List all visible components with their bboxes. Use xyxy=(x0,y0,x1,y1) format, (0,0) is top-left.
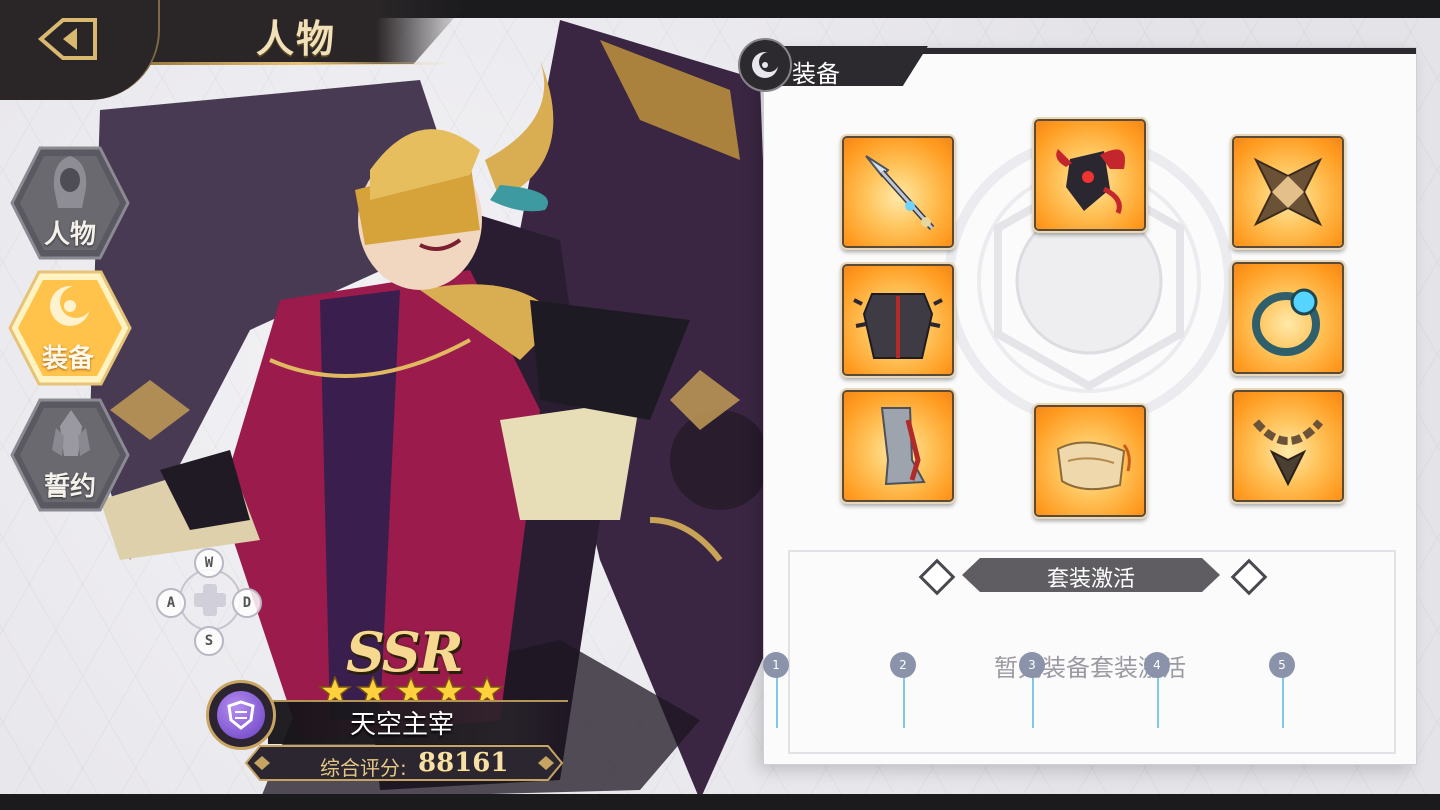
marker-3: 3 xyxy=(1019,652,1045,728)
bottom-bar xyxy=(0,794,1440,810)
key-s[interactable]: S xyxy=(194,626,224,656)
equipment-slot-helmet[interactable] xyxy=(1036,121,1144,229)
class-badge[interactable] xyxy=(206,680,276,750)
ring-icon xyxy=(1252,288,1320,356)
sidenav-label: 装备 xyxy=(41,344,94,374)
sidenav-tab-oath[interactable]: 誓约 xyxy=(10,396,130,514)
spiked-armor-icon xyxy=(853,293,943,359)
crystal-icon xyxy=(52,410,90,456)
set-bonus-title: 套装激活 xyxy=(1046,567,1135,592)
marker-1: 1 xyxy=(763,652,789,728)
equipment-slot-armor[interactable] xyxy=(844,266,952,374)
equipment-slot-cloak[interactable] xyxy=(1036,407,1144,515)
equipment-slot-weapon[interactable] xyxy=(844,138,952,246)
score-label: 综合评分: xyxy=(320,756,407,780)
equipment-slot-shoulder[interactable] xyxy=(1234,138,1342,246)
marker-label: 5 xyxy=(1269,652,1295,678)
marker-5: 5 xyxy=(1269,652,1295,728)
panel-title: 装备 xyxy=(792,60,840,88)
panel-tab-icon xyxy=(738,38,792,92)
key-a[interactable]: A xyxy=(156,588,186,618)
page-title: 人物 xyxy=(256,16,337,61)
marker-label: 1 xyxy=(763,652,789,678)
rarity-label: SSR xyxy=(346,620,464,684)
game-screen: 人物 人物 装备 誓约 W A S D SSR 天空主宰 综合评分: 88161… xyxy=(0,0,1440,810)
sidenav-tab-equipment[interactable]: 装备 xyxy=(8,268,132,386)
moon-sun-icon xyxy=(50,286,92,326)
sidenav-tab-character[interactable]: 人物 xyxy=(10,144,130,262)
marker-2: 2 xyxy=(890,652,916,728)
greaves-icon xyxy=(880,407,926,486)
moon-icon xyxy=(752,52,779,78)
key-d[interactable]: D xyxy=(232,588,262,618)
marker-label: 3 xyxy=(1019,652,1045,678)
equipment-slot-boots[interactable] xyxy=(844,392,952,500)
marker-label: 2 xyxy=(890,652,916,678)
back-arrow-icon xyxy=(37,18,97,60)
equipment-slot-necklace[interactable] xyxy=(1234,392,1342,500)
chain-necklace-icon xyxy=(1252,419,1324,487)
sidenav-label: 誓约 xyxy=(43,472,96,502)
back-button[interactable] xyxy=(28,8,108,70)
equipment-slot-ring[interactable] xyxy=(1234,264,1342,372)
spear-icon xyxy=(865,155,935,230)
horned-helmet-icon xyxy=(1056,149,1125,214)
score-value: 88161 xyxy=(418,748,509,778)
panel-tab-line xyxy=(900,48,1416,54)
set-bonus-empty-text: 暂无装备套装激活 xyxy=(994,654,1186,682)
character-name: 天空主宰 xyxy=(350,710,455,740)
key-w[interactable]: W xyxy=(194,548,224,578)
hooded-figure-icon xyxy=(53,156,87,208)
marker-label: 4 xyxy=(1144,652,1170,678)
shoulder-guard-icon xyxy=(1253,157,1323,227)
shield-icon xyxy=(227,700,255,730)
cloth-icon xyxy=(1056,441,1131,491)
marker-4: 4 xyxy=(1144,652,1170,728)
sidenav-label: 人物 xyxy=(43,220,96,250)
